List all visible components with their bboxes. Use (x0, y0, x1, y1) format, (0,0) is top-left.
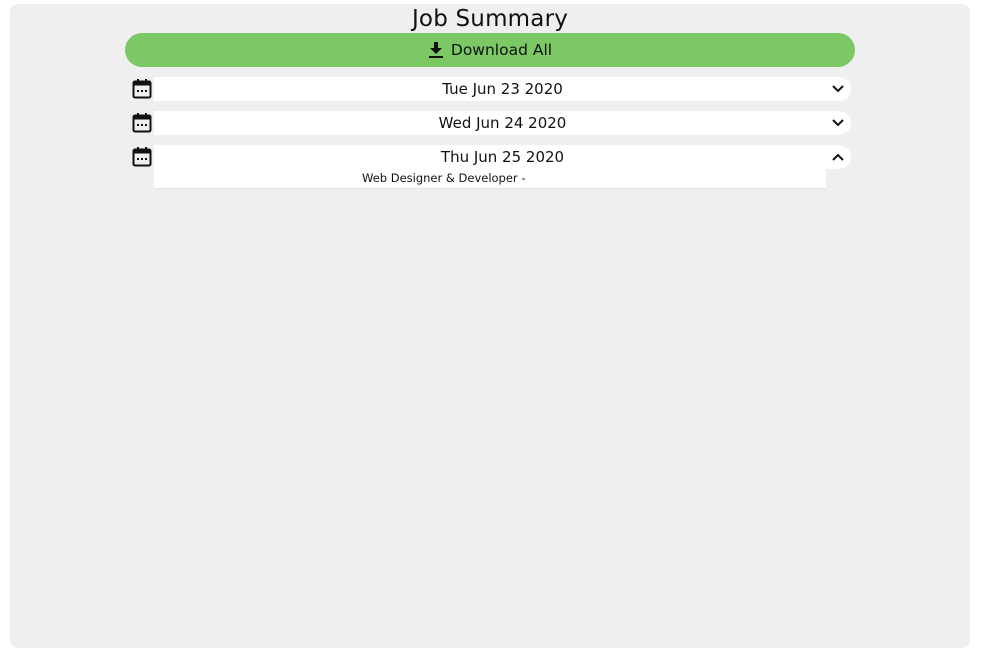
day-item: Tue Jun 23 2020 (131, 77, 851, 101)
day-jobs-list: Web Designer & Developer - (154, 169, 826, 189)
day-date-bar[interactable]: Wed Jun 24 2020 (154, 111, 851, 135)
download-all-label: Download All (450, 41, 553, 59)
day-date-bar[interactable]: Tue Jun 23 2020 (154, 77, 851, 101)
day-date: Thu Jun 25 2020 (440, 148, 565, 166)
calendar-icon (131, 112, 153, 134)
job-entry[interactable]: Web Designer & Developer - (362, 171, 525, 185)
day-date: Tue Jun 23 2020 (442, 80, 563, 98)
day-header[interactable]: Wed Jun 24 2020 (131, 111, 851, 135)
day-date: Wed Jun 24 2020 (438, 114, 567, 132)
calendar-icon (131, 146, 153, 168)
chevron-down-icon[interactable] (831, 116, 845, 130)
calendar-icon (131, 78, 153, 100)
day-header[interactable]: Tue Jun 23 2020 (131, 77, 851, 101)
day-header[interactable]: Thu Jun 25 2020 (131, 145, 851, 169)
chevron-down-icon[interactable] (831, 82, 845, 96)
day-accordion: Tue Jun 23 2020 Wed Jun 24 2020 Thu Jun … (131, 77, 851, 189)
day-item-expanded: Thu Jun 25 2020 Web Designer & Developer… (131, 145, 851, 189)
chevron-up-icon[interactable] (831, 150, 845, 164)
download-icon (428, 41, 444, 59)
download-all-button[interactable]: Download All (125, 33, 855, 67)
day-item: Wed Jun 24 2020 (131, 111, 851, 135)
page-title: Job Summary (411, 6, 569, 32)
day-date-bar[interactable]: Thu Jun 25 2020 (154, 145, 851, 169)
